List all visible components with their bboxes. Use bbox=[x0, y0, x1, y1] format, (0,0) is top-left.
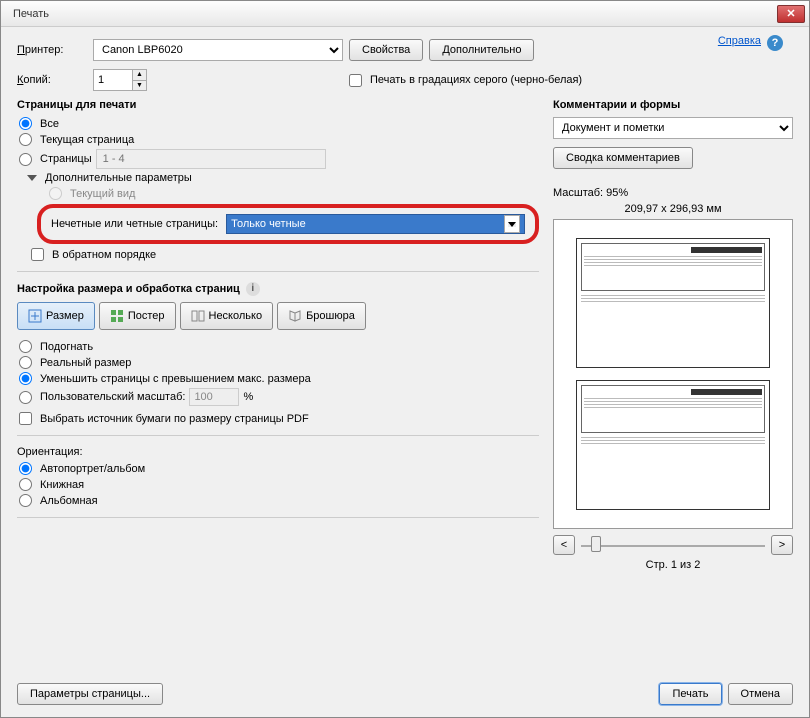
fit-row[interactable]: Подогнать bbox=[17, 340, 539, 353]
reverse-row[interactable]: В обратном порядке bbox=[29, 248, 539, 261]
pages-all-row[interactable]: Все bbox=[17, 117, 539, 130]
tab-size[interactable]: Размер bbox=[17, 302, 95, 330]
booklet-icon bbox=[288, 309, 302, 323]
current-view-row[interactable]: Текущий вид bbox=[47, 187, 539, 200]
reverse-checkbox[interactable] bbox=[31, 248, 44, 261]
help-icon[interactable]: ? bbox=[767, 35, 783, 51]
printer-label: Принтер: bbox=[17, 44, 87, 56]
shrink-row[interactable]: Уменьшить страницы с превышением макс. р… bbox=[17, 372, 539, 385]
printer-select[interactable]: Canon LBP6020 bbox=[93, 39, 343, 61]
slider-thumb[interactable] bbox=[591, 536, 601, 552]
preview-page-2 bbox=[576, 380, 770, 510]
preview-page-1 bbox=[576, 238, 770, 368]
shrink-radio[interactable] bbox=[19, 372, 32, 385]
paper-source-row[interactable]: Выбрать источник бумаги по размеру стран… bbox=[17, 412, 539, 425]
prev-page-button[interactable]: < bbox=[553, 535, 575, 555]
custom-scale-input[interactable] bbox=[189, 388, 239, 406]
chevron-down-icon bbox=[508, 222, 516, 227]
copies-label: Копий: bbox=[17, 74, 87, 86]
print-dialog: Печать ✕ Справка ? Принтер: Canon LBP602… bbox=[0, 0, 810, 718]
orient-landscape-radio[interactable] bbox=[19, 494, 32, 507]
odd-even-label: Нечетные или четные страницы: bbox=[51, 218, 218, 230]
dimensions-label: 209,97 x 296,93 мм bbox=[553, 203, 793, 215]
pages-current-row[interactable]: Текущая страница bbox=[17, 133, 539, 146]
summary-button[interactable]: Сводка комментариев bbox=[553, 147, 693, 169]
odd-even-highlight: Нечетные или четные страницы: Только чет… bbox=[37, 204, 539, 244]
next-page-button[interactable]: > bbox=[771, 535, 793, 555]
page-setup-button[interactable]: Параметры страницы... bbox=[17, 683, 163, 705]
sizing-heading: Настройка размера и обработка страниц i bbox=[17, 282, 539, 296]
comments-select[interactable]: Документ и пометки bbox=[553, 117, 793, 139]
grayscale-label: Печать в градациях серого (черно-белая) bbox=[370, 74, 582, 86]
orientation-heading: Ориентация: bbox=[17, 446, 539, 458]
advanced-button[interactable]: Дополнительно bbox=[429, 39, 534, 61]
help-link[interactable]: Справка bbox=[718, 35, 761, 47]
odd-even-select[interactable]: Только четные bbox=[226, 214, 525, 234]
window-title: Печать bbox=[13, 8, 777, 20]
print-preview bbox=[553, 219, 793, 529]
close-button[interactable]: ✕ bbox=[777, 5, 805, 23]
multiple-icon bbox=[191, 309, 205, 323]
pages-range-radio[interactable] bbox=[19, 153, 32, 166]
grayscale-checkbox-row[interactable]: Печать в градациях серого (черно-белая) bbox=[349, 74, 582, 87]
properties-button[interactable]: Свойства bbox=[349, 39, 423, 61]
copies-spinner[interactable]: ▲▼ bbox=[93, 69, 147, 91]
orient-auto-row[interactable]: Автопортрет/альбом bbox=[17, 462, 539, 475]
more-params-toggle[interactable]: Дополнительные параметры bbox=[25, 172, 539, 184]
fit-radio[interactable] bbox=[19, 340, 32, 353]
pages-heading: Страницы для печати bbox=[17, 99, 539, 111]
orient-portrait-row[interactable]: Книжная bbox=[17, 478, 539, 491]
current-view-radio bbox=[49, 187, 62, 200]
actual-radio[interactable] bbox=[19, 356, 32, 369]
page-slider[interactable] bbox=[581, 536, 765, 554]
cancel-button[interactable]: Отмена bbox=[728, 683, 793, 705]
pages-current-radio[interactable] bbox=[19, 133, 32, 146]
page-counter: Стр. 1 из 2 bbox=[553, 559, 793, 571]
grayscale-checkbox[interactable] bbox=[349, 74, 362, 87]
tab-booklet[interactable]: Брошюра bbox=[277, 302, 366, 330]
tab-poster[interactable]: Постер bbox=[99, 302, 176, 330]
titlebar: Печать ✕ bbox=[1, 1, 809, 27]
tab-multiple[interactable]: Несколько bbox=[180, 302, 274, 330]
chevron-down-icon bbox=[27, 175, 37, 181]
comments-heading: Комментарии и формы bbox=[553, 99, 793, 111]
info-icon[interactable]: i bbox=[246, 282, 260, 296]
poster-icon bbox=[110, 309, 124, 323]
size-icon bbox=[28, 309, 42, 323]
orient-landscape-row[interactable]: Альбомная bbox=[17, 494, 539, 507]
orient-portrait-radio[interactable] bbox=[19, 478, 32, 491]
spin-down-icon[interactable]: ▼ bbox=[133, 81, 146, 91]
orient-auto-radio[interactable] bbox=[19, 462, 32, 475]
pages-range-input[interactable] bbox=[96, 149, 326, 169]
pages-range-row[interactable]: Страницы bbox=[17, 149, 539, 169]
print-button[interactable]: Печать bbox=[659, 683, 721, 705]
spin-up-icon[interactable]: ▲ bbox=[133, 70, 146, 81]
actual-row[interactable]: Реальный размер bbox=[17, 356, 539, 369]
custom-scale-radio[interactable] bbox=[19, 391, 32, 404]
scale-label: Масштаб: 95% bbox=[553, 187, 793, 199]
copies-input[interactable] bbox=[94, 70, 132, 90]
paper-source-checkbox[interactable] bbox=[19, 412, 32, 425]
custom-scale-row[interactable]: Пользовательский масштаб: % bbox=[17, 388, 539, 406]
pages-all-radio[interactable] bbox=[19, 117, 32, 130]
